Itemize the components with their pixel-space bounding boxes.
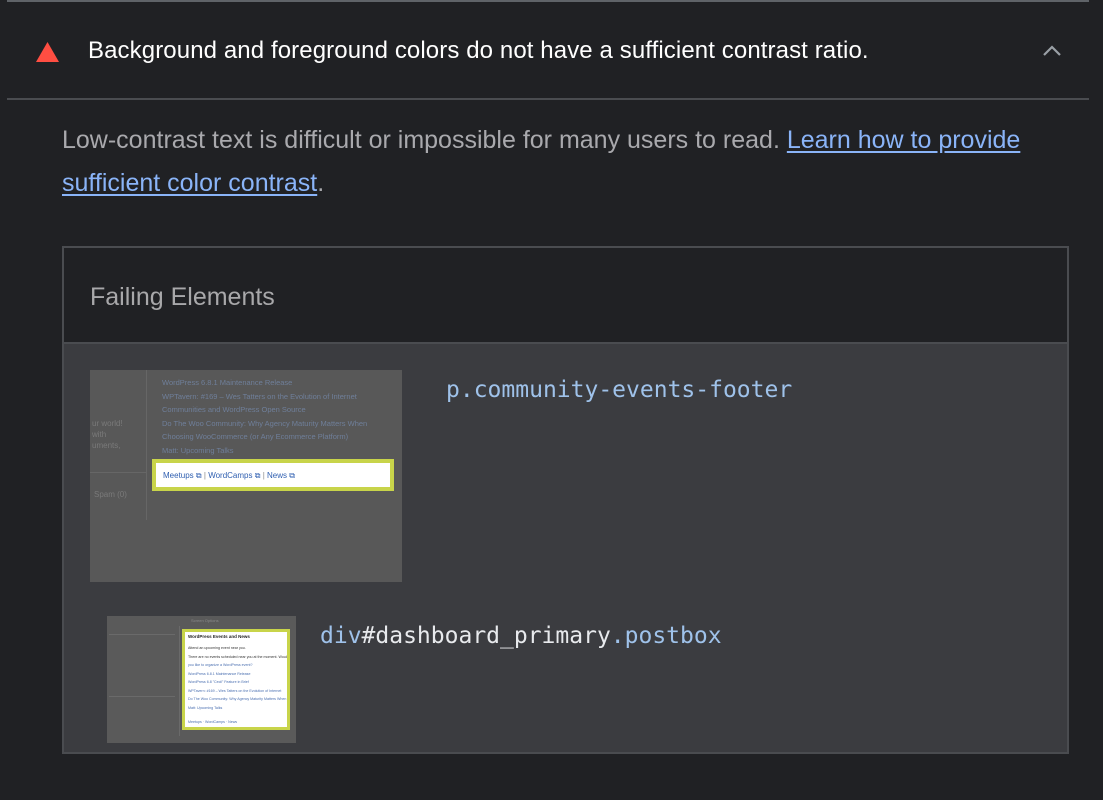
postbox-line: Matt: Upcoming Talks [188, 705, 223, 710]
chevron-up-icon[interactable] [1041, 44, 1063, 58]
meetups-link: Meetups [163, 471, 194, 480]
postbox-lines: Attend an upcoming event near you. There… [188, 644, 289, 712]
external-link-icon: ⧉ [254, 471, 261, 480]
postbox-title: WordPress Events and News [188, 634, 250, 639]
description-end: . [317, 169, 325, 197]
audit-description: Low-contrast text is difficult or imposs… [62, 119, 1072, 205]
highlighted-postbox: WordPress Events and News Attend an upco… [182, 629, 290, 730]
postbox-line: There are no events scheduled near you a… [188, 654, 289, 659]
selector-class: .postbox [610, 623, 722, 649]
wordcamps-link: WordCamps [205, 720, 225, 724]
wordcamps-link: WordCamps [208, 471, 253, 480]
external-link-icon: ⧉ [289, 471, 295, 480]
thumb-left-line: with [92, 430, 107, 439]
thumb-left-line: uments, [92, 441, 121, 450]
selector-class: .community-events-footer [459, 377, 793, 403]
thumb-left-divider [90, 472, 146, 473]
failing-elements-body: ur world! with uments, Spam (0) WordPres… [64, 344, 1067, 752]
failing-elements-header: Failing Elements [64, 248, 1067, 344]
failing-element-selector[interactable]: div#dashboard_primary.postbox [320, 623, 722, 649]
postbox-line: WordPress 6.8.1 Maintenance Release [188, 671, 251, 676]
thumb-news-item: Communities and WordPress Open Source [162, 405, 306, 414]
thumb-left-sidebar [107, 626, 180, 736]
external-link-icon: ⧉ [195, 471, 202, 480]
thumb-news-item: WordPress 6.8.1 Maintenance Release [162, 378, 293, 387]
thumb-news-item: Matt: Upcoming Talks [162, 445, 234, 455]
postbox-line: WordPress 6.8 "Cecil" Feature in Brief [188, 680, 249, 684]
postbox-line: Attend an upcoming event near you. [188, 646, 246, 650]
thumb-left-line: ur world! [92, 419, 123, 428]
postbox-footer-links: Meetups · WordCamps · News [188, 720, 238, 724]
thumb-news-item: Do The Woo Community: Why Agency Maturit… [162, 418, 368, 428]
element-screenshot[interactable]: Screen Options WordPress Events and News… [107, 616, 296, 743]
audit-title: Background and foreground colors do not … [88, 37, 869, 64]
postbox-line: WPTavern: #169 – Wes Tatters on the Evol… [188, 688, 282, 693]
audit-header[interactable]: Background and foreground colors do not … [7, 2, 1089, 100]
postbox-line: Do The Woo Community: Why Agency Maturit… [188, 697, 287, 701]
element-screenshot[interactable]: ur world! with uments, Spam (0) WordPres… [90, 370, 402, 582]
thumb-spam-label: Spam (0) [94, 490, 127, 499]
failing-element-selector[interactable]: p.community-events-footer [446, 377, 792, 403]
highlighted-footer-links: Meetups ⧉ | WordCamps ⧉ | News ⧉ [163, 471, 295, 480]
highlighted-footer-box: Meetups ⧉ | WordCamps ⧉ | News ⧉ [152, 459, 394, 491]
thumb-news-item: Choosing WooCommerce (or Any Ecommerce P… [162, 432, 349, 441]
failing-elements-table: Failing Elements ur world! with uments, … [62, 246, 1069, 754]
thumb-left-text: ur world! with uments, [92, 418, 123, 451]
description-text: Low-contrast text is difficult or imposs… [62, 126, 787, 154]
thumb-news-list: WordPress 6.8.1 Maintenance Release WPTa… [162, 376, 367, 457]
warning-triangle-icon [36, 42, 59, 62]
failing-elements-title: Failing Elements [90, 283, 275, 311]
postbox-line: you like to organize a WordPress event? [188, 663, 253, 667]
thumb-screen-options: Screen Options [191, 618, 219, 623]
selector-tag: div [320, 623, 362, 649]
news-link: News [228, 720, 238, 724]
news-link: News [267, 471, 288, 480]
thumb-news-item: WPTavern: #169 – Wes Tatters on the Evol… [162, 391, 357, 401]
selector-tag: p [446, 377, 460, 403]
selector-id: #dashboard_primary [361, 623, 611, 649]
meetups-link: Meetups [188, 720, 202, 724]
